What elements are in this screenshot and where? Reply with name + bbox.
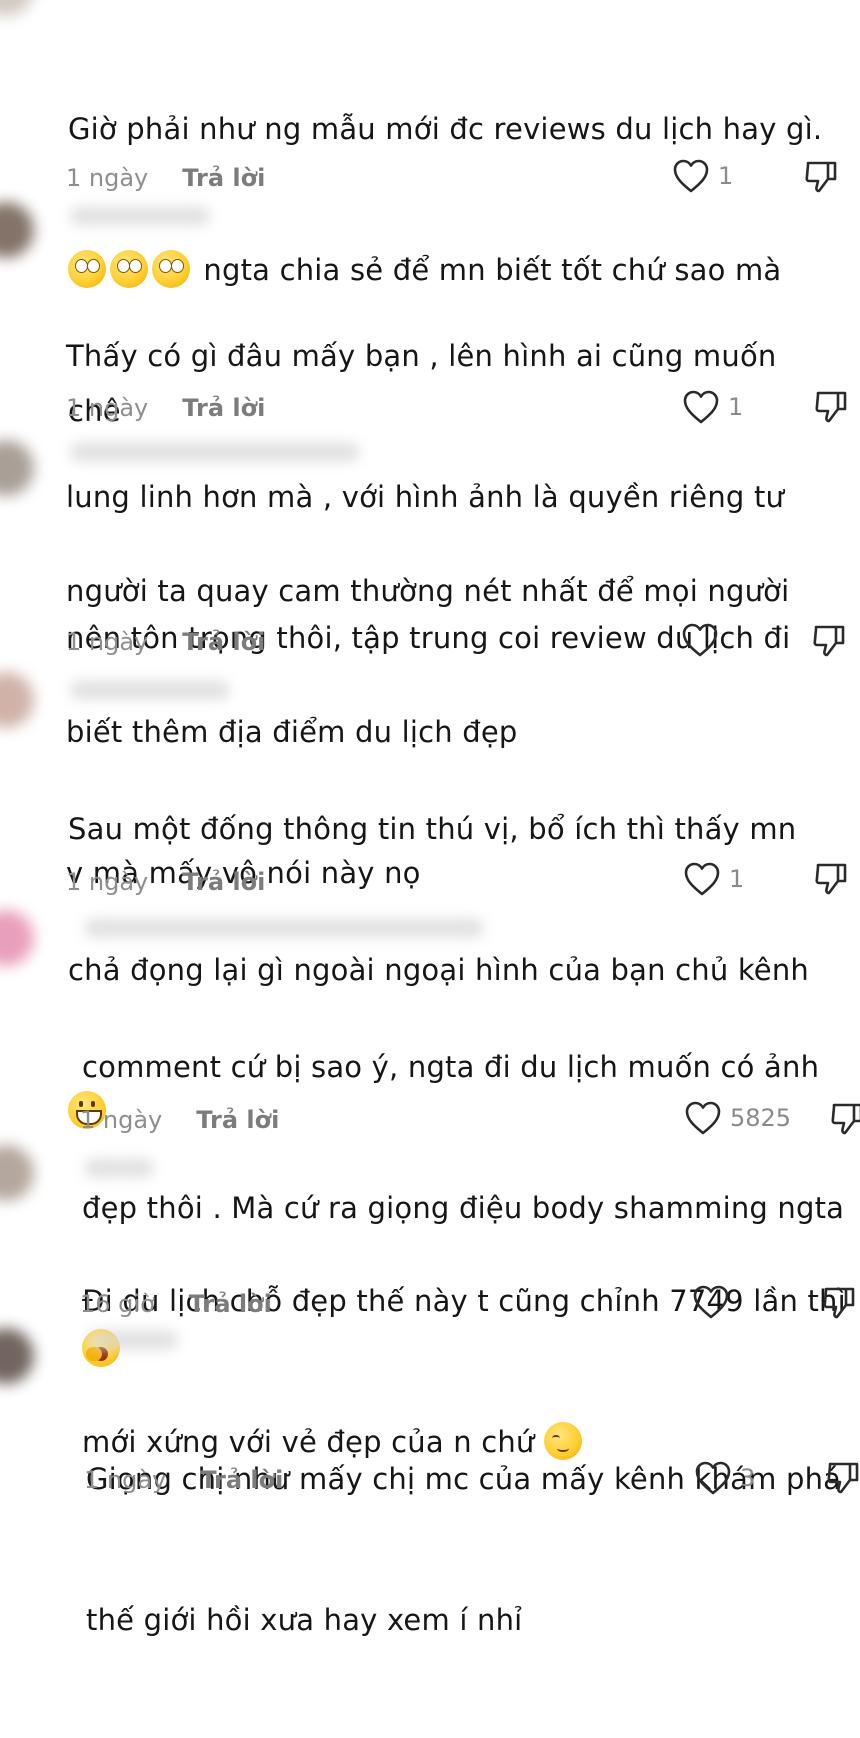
comment-meta: 1 ngày Trả lời <box>66 394 265 422</box>
like-count: 3 <box>740 1464 756 1492</box>
reply-button[interactable]: Trả lời <box>200 1466 283 1494</box>
heart-icon[interactable] <box>672 158 710 194</box>
reply-button[interactable]: Trả lời <box>189 1290 272 1318</box>
reply-button[interactable]: Trả lời <box>196 1106 279 1134</box>
like-button[interactable]: 5825 <box>684 1100 791 1136</box>
heart-icon[interactable] <box>683 861 721 897</box>
like-count: 1 <box>718 162 734 190</box>
comment-time: 1 ngày <box>66 164 149 192</box>
avatar[interactable] <box>0 0 34 16</box>
dislike-icon[interactable] <box>804 160 838 194</box>
comment-line: thế giới hồi xưa hay xem í nhỉ <box>86 1603 523 1637</box>
avatar[interactable] <box>0 1328 34 1384</box>
username[interactable] <box>88 1330 178 1350</box>
comment-meta: 1 ngày Trả lời <box>66 868 265 896</box>
avatar[interactable] <box>0 672 34 728</box>
reply-button[interactable]: Trả lời <box>182 164 265 192</box>
reply-button[interactable]: Trả lời <box>182 628 265 656</box>
comment-line: Giờ phải như ng mẫu mới đc reviews du lị… <box>68 112 823 146</box>
comment-line: người ta quay cam thường nét nhất để mọi… <box>66 574 790 608</box>
avatar[interactable] <box>0 910 34 966</box>
username[interactable] <box>84 918 484 938</box>
dislike-icon[interactable] <box>812 624 846 658</box>
dislike-icon[interactable] <box>814 390 848 424</box>
comment-meta: 1 ngày Trả lời <box>80 1106 279 1134</box>
comment-meta: 1 ngày Trả lời <box>66 628 265 656</box>
comment-meta: 1 ngày Trả lời <box>66 164 265 192</box>
reply-button[interactable]: Trả lời <box>182 394 265 422</box>
avatar[interactable] <box>0 1145 34 1201</box>
like-button[interactable]: 1 <box>682 389 743 425</box>
comment-time: 16 giờ <box>80 1290 155 1318</box>
comment-meta: 16 giờ Trả lời <box>80 1290 272 1318</box>
username[interactable] <box>70 680 230 700</box>
like-button[interactable]: 1 <box>672 158 733 194</box>
comment-time: 1 ngày <box>66 394 149 422</box>
comment-line: Thấy có gì đâu mấy bạn , lên hình ai cũn… <box>66 339 777 373</box>
reply-button[interactable]: Trả lời <box>182 868 265 896</box>
avatar[interactable] <box>0 202 34 258</box>
like-button[interactable] <box>692 1284 738 1320</box>
like-button[interactable] <box>681 622 727 658</box>
heart-icon[interactable] <box>692 1284 730 1320</box>
dislike-icon[interactable] <box>814 862 848 896</box>
like-button[interactable]: 1 <box>683 861 744 897</box>
heart-icon[interactable] <box>681 622 719 658</box>
like-count: 1 <box>729 865 745 893</box>
dislike-icon[interactable] <box>822 1286 856 1320</box>
like-button[interactable]: 3 <box>694 1460 755 1496</box>
like-count: 1 <box>728 393 744 421</box>
comment-meta: 1 ngày Trả lời <box>84 1466 283 1494</box>
heart-icon[interactable] <box>694 1460 732 1496</box>
heart-icon[interactable] <box>682 389 720 425</box>
comment-line: comment cứ bị sao ý, ngta đi du lịch muố… <box>82 1050 820 1084</box>
dislike-icon[interactable] <box>830 1102 860 1136</box>
username[interactable] <box>70 442 360 462</box>
heart-icon[interactable] <box>684 1100 722 1136</box>
username[interactable] <box>84 1158 154 1178</box>
comment-time: 1 ngày <box>66 628 149 656</box>
comment-time: 1 ngày <box>80 1106 163 1134</box>
avatar[interactable] <box>0 440 34 496</box>
dislike-icon[interactable] <box>826 1461 860 1495</box>
comment-text: Giọng chị như mấy chị mc của mấy kênh kh… <box>86 1362 841 1738</box>
comment-line: Sau một đống thông tin thú vị, bổ ích th… <box>68 812 797 846</box>
comment-time: 1 ngày <box>84 1466 167 1494</box>
username[interactable] <box>70 206 210 226</box>
like-count: 5825 <box>730 1104 792 1132</box>
comment-time: 1 ngày <box>66 868 149 896</box>
